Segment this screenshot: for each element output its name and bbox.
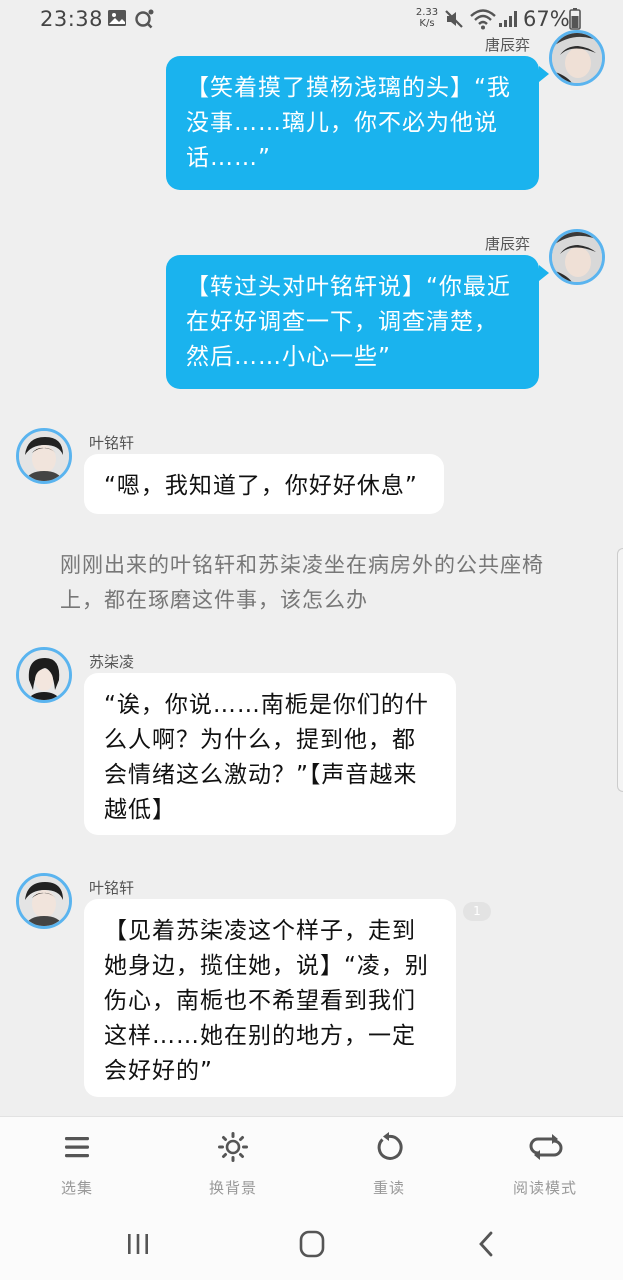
toolbar-label: 换背景	[208, 1179, 257, 1197]
toolbar-item-background[interactable]: 换背景	[178, 1117, 288, 1209]
network-speed: 2.33 K/s	[414, 7, 440, 29]
comment-count-badge[interactable]: 1	[463, 902, 491, 921]
bubble-tail	[539, 66, 549, 82]
scroll-handle[interactable]	[617, 548, 623, 792]
narration-text: 刚刚出来的叶铭轩和苏柒凌坐在病房外的公共座椅上，都在琢磨这件事，该怎么办	[60, 553, 544, 612]
back-icon	[479, 1231, 493, 1257]
toolbar-label: 重读	[372, 1179, 405, 1197]
message-bubble[interactable]: 【笑着摸了摸杨浅璃的头】“我没事……璃儿，你不必为他说话……”	[166, 56, 539, 190]
toolbar-item-reading-mode[interactable]: 阅读模式	[490, 1117, 600, 1209]
speaker-name: 唐辰弈	[485, 235, 531, 253]
speaker-name: 唐辰弈	[485, 36, 531, 54]
toolbar-item-reread[interactable]: 重读	[334, 1117, 444, 1209]
avatar[interactable]	[549, 30, 605, 86]
message-bubble[interactable]: 【见着苏柒凌这个样子，走到她身边，揽住她，说】“凌，别伤心，南栀也不希望看到我们…	[84, 899, 456, 1097]
avatar[interactable]	[549, 229, 605, 285]
menu-icon	[61, 1131, 93, 1163]
search-icon	[134, 8, 156, 34]
toolbar-label: 阅读模式	[512, 1179, 577, 1197]
signal-icon	[498, 10, 518, 32]
bottom-toolbar: 选集 换背景 重读 阅读模式	[0, 1116, 623, 1208]
brightness-icon	[217, 1131, 249, 1163]
avatar[interactable]	[16, 428, 72, 484]
avatar[interactable]	[16, 873, 72, 929]
network-speed-value: 2.33	[415, 7, 439, 18]
message-bubble[interactable]: “嗯，我知道了，你好好休息”	[84, 454, 444, 514]
status-time: 23:38	[40, 7, 104, 31]
home-icon	[299, 1230, 325, 1258]
repeat-mode-icon	[529, 1131, 563, 1163]
mute-icon	[444, 9, 464, 33]
toolbar-label: 选集	[60, 1179, 93, 1197]
back-button[interactable]	[466, 1228, 506, 1260]
recent-apps-button[interactable]	[118, 1228, 158, 1260]
speaker-name: 苏柒凌	[89, 653, 135, 671]
home-button[interactable]	[292, 1228, 332, 1260]
replay-icon	[373, 1131, 405, 1163]
battery-percent: 67%	[523, 7, 570, 31]
bubble-tail	[539, 265, 549, 281]
speaker-name: 叶铭轩	[89, 879, 135, 897]
wifi-icon	[470, 8, 496, 34]
recent-apps-icon	[128, 1234, 148, 1254]
network-speed-unit: K/s	[419, 18, 435, 29]
toolbar-item-episodes[interactable]: 选集	[22, 1117, 132, 1209]
avatar[interactable]	[16, 647, 72, 703]
system-nav-bar	[0, 1208, 623, 1280]
gallery-icon	[107, 9, 127, 31]
speaker-name: 叶铭轩	[89, 434, 135, 452]
message-bubble[interactable]: 【转过头对叶铭轩说】“你最近在好好调查一下，调查清楚，然后……小心一些”	[166, 255, 539, 389]
message-bubble[interactable]: “诶，你说……南栀是你们的什么人啊？为什么，提到他，都会情绪这么激动？”【声音越…	[84, 673, 456, 835]
